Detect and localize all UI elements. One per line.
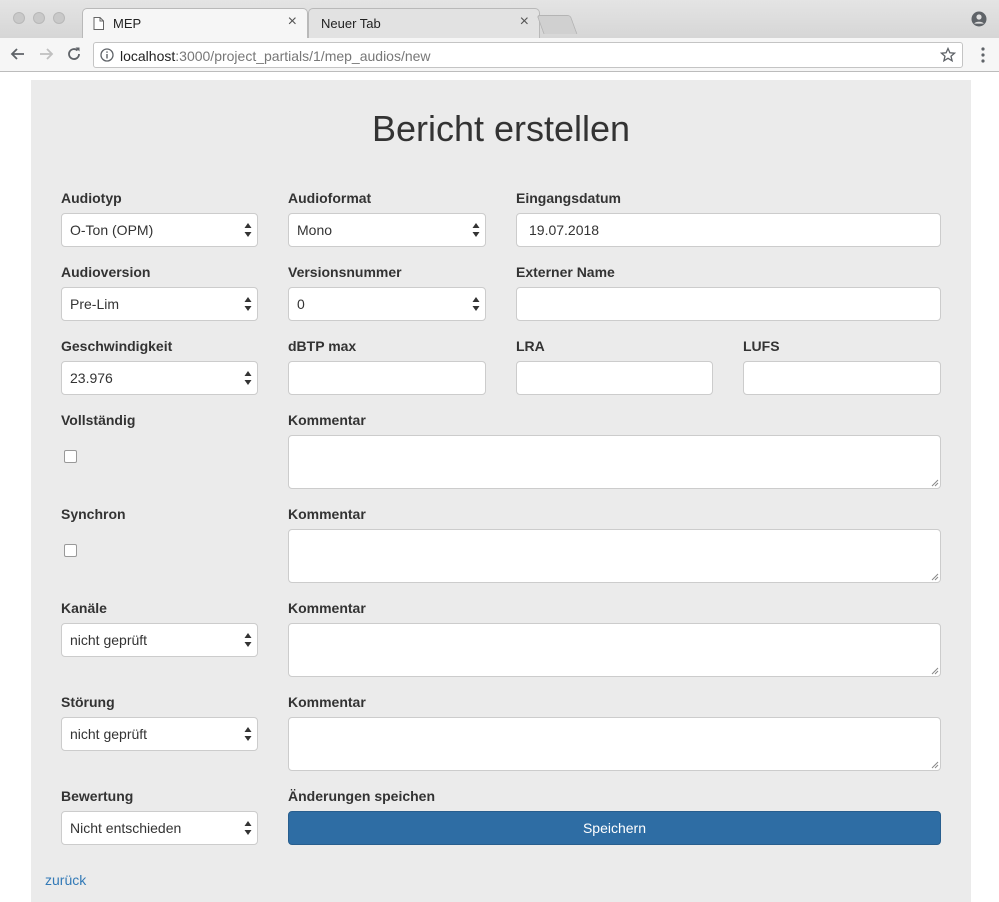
kommentar-2-textarea[interactable] [288, 529, 941, 583]
lra-label: LRA [516, 338, 545, 354]
eingangsdatum-input[interactable]: 19.07.2018 [516, 213, 941, 247]
back-arrow-icon[interactable] [8, 44, 28, 64]
save-changes-label: Änderungen speichen [288, 788, 436, 804]
kommentar-1-label: Kommentar [288, 412, 366, 428]
stoerung-value: nicht geprüft [70, 726, 148, 742]
url-host: localhost [120, 48, 176, 64]
window-zoom-dot[interactable] [53, 12, 65, 24]
bewertung-value: Nicht entschieden [70, 820, 182, 836]
close-icon[interactable]: × [288, 13, 297, 31]
kommentar-1-textarea[interactable] [288, 435, 941, 489]
lufs-label: LUFS [743, 338, 780, 354]
url-text: localhost:3000/project_partials/1/mep_au… [120, 48, 431, 64]
select-arrows-icon [244, 297, 252, 311]
window-close-dot[interactable] [13, 12, 25, 24]
address-bar[interactable]: localhost:3000/project_partials/1/mep_au… [93, 42, 963, 68]
select-arrows-icon [472, 223, 480, 237]
stoerung-select[interactable]: nicht geprüft [61, 717, 258, 751]
eingangsdatum-value: 19.07.2018 [529, 222, 600, 238]
kommentar-4-textarea[interactable] [288, 717, 941, 771]
close-icon[interactable]: × [520, 13, 529, 31]
new-tab-button[interactable] [536, 15, 578, 34]
reload-icon[interactable] [64, 44, 84, 64]
select-arrows-icon [244, 821, 252, 835]
dbtp-max-label: dBTP max [288, 338, 357, 354]
report-form: Bericht erstellen Audiotyp O-Ton (OPM) A… [31, 80, 971, 902]
profile-icon[interactable] [971, 11, 987, 27]
select-arrows-icon [244, 223, 252, 237]
geschwindigkeit-value: 23.976 [70, 370, 113, 386]
select-arrows-icon [244, 371, 252, 385]
audioformat-select[interactable]: Mono [288, 213, 486, 247]
synchron-label: Synchron [61, 506, 126, 522]
select-arrows-icon [244, 727, 252, 741]
externer-name-input[interactable] [516, 287, 941, 321]
geschwindigkeit-select[interactable]: 23.976 [61, 361, 258, 395]
tab-neuer-tab[interactable]: Neuer Tab × [308, 8, 540, 38]
window-minimize-dot[interactable] [33, 12, 45, 24]
vollstaendig-label: Vollständig [61, 412, 136, 428]
kommentar-3-textarea[interactable] [288, 623, 941, 677]
kanaele-value: nicht geprüft [70, 632, 148, 648]
audiotyp-value: O-Ton (OPM) [70, 222, 154, 238]
browser-toolbar: localhost:3000/project_partials/1/mep_au… [0, 38, 999, 72]
save-button[interactable]: Speichern [288, 811, 941, 845]
audioformat-value: Mono [297, 222, 333, 238]
select-arrows-icon [472, 297, 480, 311]
menu-dots-icon[interactable] [981, 46, 985, 64]
tab-mep[interactable]: MEP × [82, 8, 308, 38]
page-title: Bericht erstellen [371, 108, 631, 149]
kommentar-2-label: Kommentar [288, 506, 366, 522]
lufs-input[interactable] [743, 361, 941, 395]
bewertung-select[interactable]: Nicht entschieden [61, 811, 258, 845]
versionsnummer-label: Versionsnummer [288, 264, 402, 280]
kanaele-label: Kanäle [61, 600, 107, 616]
audiotyp-label: Audiotyp [61, 190, 122, 206]
resize-grip-icon[interactable] [931, 667, 939, 675]
tab-title: MEP [113, 16, 142, 31]
lra-input[interactable] [516, 361, 713, 395]
audioversion-label: Audioversion [61, 264, 151, 280]
select-arrows-icon [244, 633, 252, 647]
eingangsdatum-label: Eingangsdatum [516, 190, 622, 206]
kanaele-select[interactable]: nicht geprüft [61, 623, 258, 657]
kommentar-3-label: Kommentar [288, 600, 366, 616]
geschwindigkeit-label: Geschwindigkeit [61, 338, 173, 354]
forward-arrow-icon[interactable] [36, 44, 56, 64]
audiotyp-select[interactable]: O-Ton (OPM) [61, 213, 258, 247]
page-icon [93, 17, 104, 30]
bewertung-label: Bewertung [61, 788, 134, 804]
resize-grip-icon[interactable] [931, 573, 939, 581]
resize-grip-icon[interactable] [931, 761, 939, 769]
resize-grip-icon[interactable] [931, 479, 939, 487]
bookmark-star-icon[interactable] [940, 47, 956, 63]
browser-tab-bar: MEP × Neuer Tab × [0, 0, 999, 38]
versionsnummer-select[interactable]: 0 [288, 287, 486, 321]
dbtp-max-input[interactable] [288, 361, 486, 395]
audioformat-label: Audioformat [288, 190, 372, 206]
audioversion-select[interactable]: Pre-Lim [61, 287, 258, 321]
tab-title: Neuer Tab [321, 16, 381, 31]
versionsnummer-value: 0 [297, 296, 305, 312]
back-link[interactable]: zurück [45, 872, 86, 888]
url-path: :3000/project_partials/1/mep_audios/new [175, 48, 431, 64]
synchron-checkbox[interactable] [64, 544, 77, 557]
externer-name-label: Externer Name [516, 264, 615, 280]
info-icon[interactable] [100, 48, 114, 62]
audioversion-value: Pre-Lim [70, 296, 120, 312]
stoerung-label: Störung [61, 694, 115, 710]
kommentar-4-label: Kommentar [288, 694, 366, 710]
vollstaendig-checkbox[interactable] [64, 450, 77, 463]
